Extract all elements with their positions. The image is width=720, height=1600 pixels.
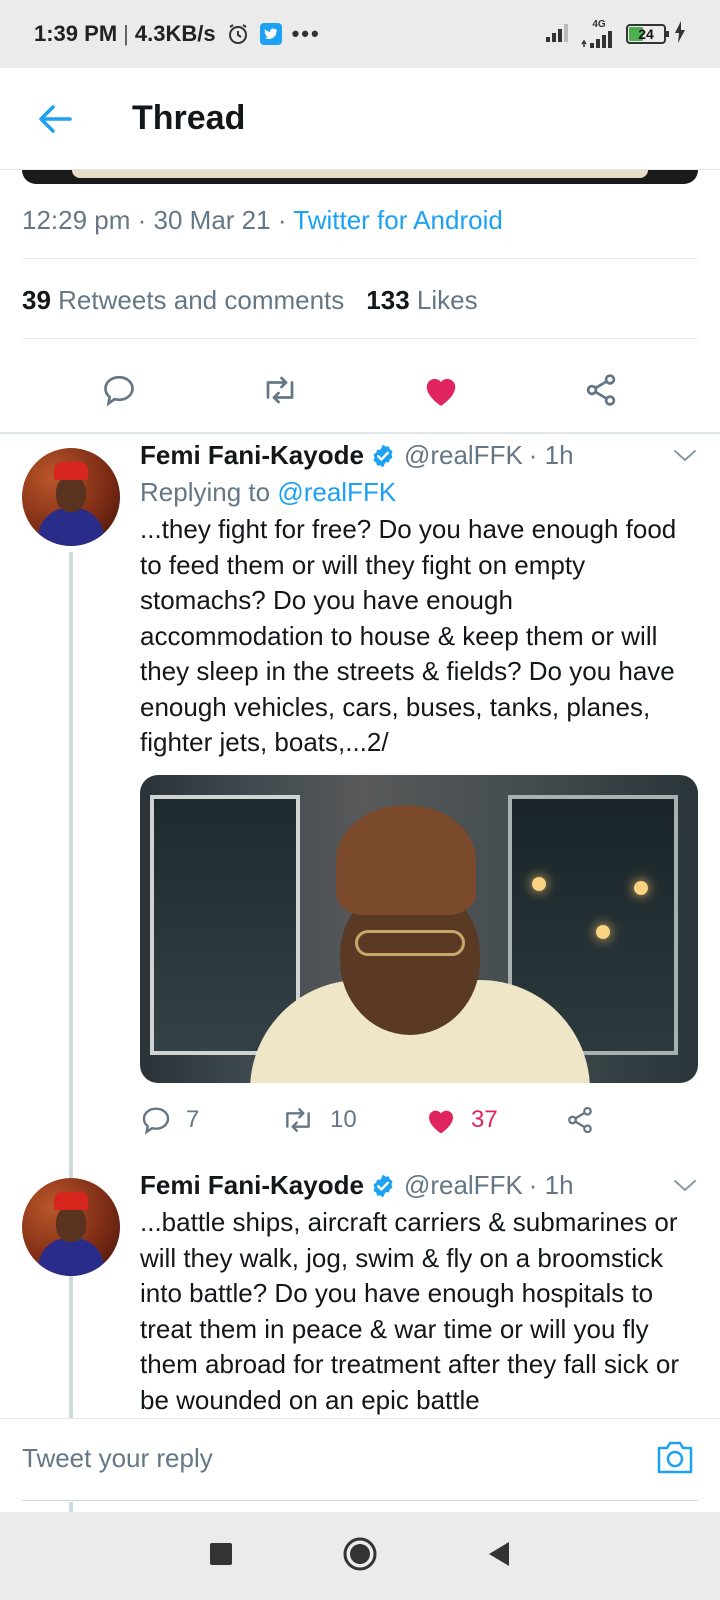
verified-badge-icon bbox=[370, 1173, 396, 1199]
share-icon bbox=[568, 1106, 592, 1134]
back-arrow-icon bbox=[39, 104, 72, 133]
section-divider bbox=[0, 432, 720, 434]
camera-button[interactable] bbox=[654, 1437, 696, 1482]
status-speed: 4.3KB/s bbox=[134, 21, 216, 46]
network-type-icon: 4G bbox=[580, 20, 618, 48]
retweets-label: Retweets and comments bbox=[58, 285, 345, 315]
replying-to: Replying to @realFFK bbox=[140, 477, 698, 508]
reply-button[interactable]: 7 bbox=[140, 1104, 280, 1136]
battery-level: 24 bbox=[638, 26, 654, 42]
reply-tweet-2[interactable]: Femi Fani-Kayode @realFFK · 1h ...battle… bbox=[0, 1170, 720, 1418]
square-icon bbox=[210, 1542, 232, 1565]
reply-icon bbox=[142, 1107, 170, 1135]
camera-icon bbox=[657, 1441, 693, 1474]
more-notifications-icon: ••• bbox=[291, 21, 321, 46]
status-separator: | bbox=[123, 21, 129, 46]
retweets-count: 39 bbox=[22, 285, 51, 315]
avatar[interactable] bbox=[22, 1178, 120, 1276]
back-nav-button[interactable] bbox=[487, 1540, 511, 1573]
tweet-menu-button[interactable] bbox=[672, 442, 698, 473]
retweets-stat[interactable]: 39 Retweets and comments bbox=[22, 285, 344, 316]
reply-icon bbox=[104, 375, 135, 407]
previous-tweet-image[interactable] bbox=[22, 170, 698, 184]
reply-button[interactable] bbox=[101, 372, 137, 413]
tweet-header: Femi Fani-Kayode @realFFK · 1h bbox=[140, 1170, 698, 1201]
system-nav-bar bbox=[0, 1512, 720, 1600]
like-button[interactable] bbox=[422, 372, 460, 413]
circle-icon bbox=[343, 1537, 377, 1570]
reply-composer[interactable]: Tweet your reply bbox=[0, 1418, 720, 1502]
tweet-actions: 7 10 37 bbox=[140, 1100, 620, 1140]
network-type: 4G bbox=[592, 19, 606, 30]
retweet-icon bbox=[286, 1108, 310, 1132]
share-button[interactable] bbox=[583, 372, 619, 413]
tweet-stats: 39 Retweets and comments 133 Likes bbox=[22, 285, 478, 316]
status-bar: 1:39 PM | 4.3KB/s ••• 4G 24 bbox=[0, 0, 720, 68]
retweet-button[interactable] bbox=[260, 372, 300, 413]
main-tweet-actions bbox=[0, 362, 720, 422]
battery-icon: 24 bbox=[626, 24, 669, 44]
home-button[interactable] bbox=[343, 1537, 377, 1576]
like-count: 37 bbox=[471, 1106, 498, 1133]
tweet-image[interactable] bbox=[140, 775, 698, 1083]
divider bbox=[22, 258, 698, 259]
tweet-date: 30 Mar 21 bbox=[153, 205, 271, 235]
signal-icon bbox=[544, 21, 572, 48]
heart-filled-icon bbox=[427, 378, 456, 406]
tweet-text: ...battle ships, aircraft carriers & sub… bbox=[140, 1207, 680, 1415]
tweet-time: 12:29 pm bbox=[22, 205, 131, 235]
author-handle: @realFFK bbox=[403, 440, 523, 470]
back-button[interactable] bbox=[0, 68, 110, 170]
tweet-menu-button[interactable] bbox=[672, 1172, 698, 1203]
likes-count: 133 bbox=[366, 285, 410, 315]
reply-input[interactable]: Tweet your reply bbox=[22, 1443, 213, 1474]
replying-to-handle-link[interactable]: @realFFK bbox=[277, 477, 396, 507]
author-handle: @realFFK bbox=[403, 1170, 523, 1200]
reply-underline bbox=[22, 1500, 698, 1501]
chevron-down-icon bbox=[674, 450, 696, 461]
retweet-button[interactable]: 10 bbox=[280, 1104, 425, 1136]
author-name[interactable]: Femi Fani-Kayode bbox=[140, 440, 364, 471]
reply-count: 7 bbox=[186, 1106, 200, 1133]
alarm-icon bbox=[226, 22, 250, 46]
tweet-source-link[interactable]: Twitter for Android bbox=[293, 205, 503, 235]
tweet-text: ...they fight for free? Do you have enou… bbox=[140, 514, 677, 757]
share-button[interactable] bbox=[565, 1105, 595, 1135]
retweet-count: 10 bbox=[330, 1106, 357, 1133]
likes-label: Likes bbox=[416, 285, 478, 315]
charging-icon bbox=[674, 20, 686, 48]
likes-stat[interactable]: 133 Likes bbox=[366, 285, 477, 316]
tweet-age: · 1h bbox=[528, 440, 574, 470]
verified-badge-icon bbox=[370, 443, 396, 469]
avatar[interactable] bbox=[22, 448, 120, 546]
recents-button[interactable] bbox=[209, 1542, 233, 1571]
triangle-back-icon bbox=[489, 1541, 509, 1566]
chevron-down-icon bbox=[674, 1180, 696, 1191]
tweet-age: · 1h bbox=[528, 1170, 574, 1200]
tweet-header: Femi Fani-Kayode @realFFK · 1h bbox=[140, 440, 698, 471]
heart-filled-icon bbox=[429, 1110, 453, 1134]
page-title: Thread bbox=[132, 99, 246, 137]
author-name[interactable]: Femi Fani-Kayode bbox=[140, 1170, 364, 1201]
status-time: 1:39 PM bbox=[34, 21, 118, 46]
replying-label: Replying to bbox=[140, 477, 271, 507]
like-button[interactable]: 37 bbox=[425, 1105, 565, 1135]
twitter-notification-icon bbox=[259, 23, 282, 45]
divider bbox=[22, 338, 698, 339]
retweet-icon bbox=[266, 376, 294, 403]
tweet-meta: 12:29 pm · 30 Mar 21 · Twitter for Andro… bbox=[22, 205, 503, 235]
share-icon bbox=[586, 373, 615, 406]
app-header: Thread bbox=[0, 68, 720, 170]
thread-line bbox=[69, 1280, 73, 1418]
